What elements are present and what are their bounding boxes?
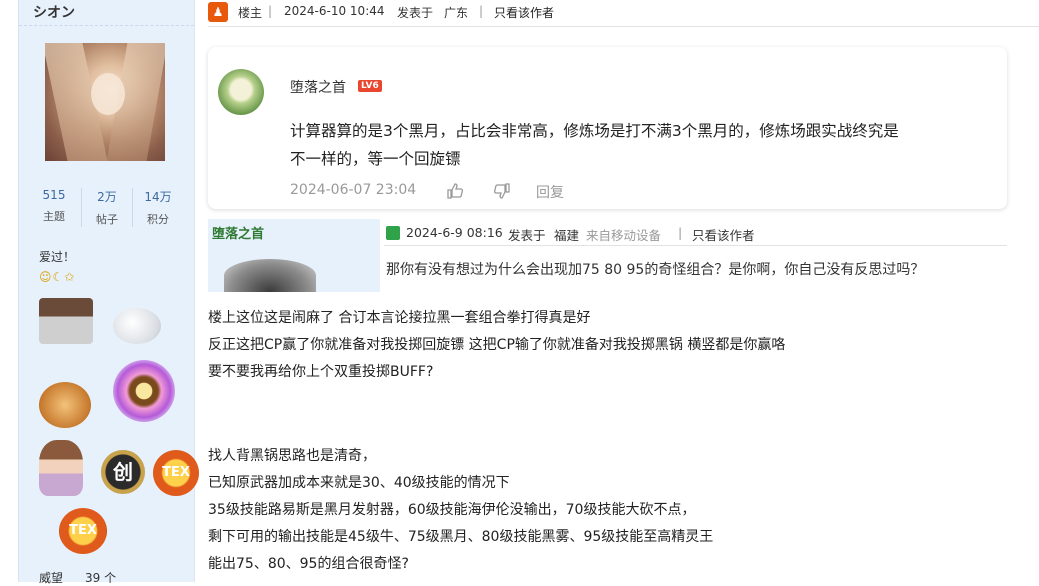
username[interactable]: シオン: [33, 2, 75, 22]
post-line: 找人背黑锅思路也是清奇，: [208, 448, 376, 464]
stat-label: 积分: [147, 213, 169, 226]
quoted-post: 堕落之首 2024-6-9 08:16 发表于 福建 来自移动设备 | 只看该作…: [208, 219, 1007, 292]
prestige: 威望 39 个: [39, 569, 116, 586]
computer-desk-medal-icon[interactable]: [39, 298, 93, 344]
tex-medal-icon[interactable]: TEX: [153, 450, 199, 496]
quoted-only-author: 只看该作者: [692, 228, 755, 243]
stat-value: 515: [42, 188, 66, 202]
post-line: 剩下可用的输出技能是45级牛、75级黑月、80级技能黑雾、95级技能至高精灵王: [208, 529, 714, 545]
prestige-label: 威望: [39, 571, 64, 585]
owner-label: 楼主: [238, 6, 263, 20]
post-location: 广东: [444, 6, 469, 20]
reply-card: 堕落之首 LV6 计算器算的是3个黑月，占比会非常高，修炼场是打不满3个黑月的，…: [208, 47, 1007, 209]
posted-in-label: 发表于: [397, 6, 434, 20]
reply-avatar: [218, 69, 264, 115]
post-line: 已知原武器加成本来就是30、40级技能的情况下: [208, 475, 510, 491]
stat-label: 主题: [43, 210, 65, 223]
quoted-time: 2024-6-9 08:16: [406, 225, 503, 240]
avatar[interactable]: [45, 43, 165, 161]
separator: |: [268, 4, 273, 18]
stat-value: 2万: [97, 190, 117, 204]
posted-in-label: 发表于: [508, 228, 546, 243]
stat-points[interactable]: 14万 积分: [133, 188, 183, 227]
quoted-author-panel: 堕落之首: [208, 219, 380, 292]
quoted-text: 那你有没有想过为什么会出现加75 80 95的奇怪组合？是你啊，你自己没有反思过…: [386, 262, 925, 278]
post-line: 楼上这位这是闹麻了 合订本言论接拉黑一套组合拳打得真是好: [208, 310, 591, 326]
creator-medal-icon[interactable]: 创: [101, 450, 145, 494]
glowing-orb-medal-icon[interactable]: [113, 360, 175, 422]
post-line: 反正这把CP赢了你就准备对我投掷回旋镖 这把CP输了你就准备对我投掷黑锅 横竖都…: [208, 337, 786, 353]
reply-text: 计算器算的是3个黑月，占比会非常高，修炼场是打不满3个黑月的，修炼场跟实战终究是…: [290, 117, 1000, 173]
quoted-post-header: 2024-6-9 08:16 发表于 福建 来自移动设备 | 只看该作者: [384, 221, 1007, 246]
level-badge: LV6: [358, 80, 382, 92]
stat-label: 帖子: [96, 213, 118, 226]
quoted-avatar: [224, 259, 316, 292]
reply-action: 回复: [536, 185, 564, 201]
thumbs-up-icon: [446, 182, 464, 204]
quoted-device: 来自移动设备: [586, 228, 662, 243]
stat-value: 14万: [144, 190, 172, 204]
tex-medal-icon[interactable]: TEX: [59, 508, 107, 554]
owner-icon: ♟: [208, 2, 228, 22]
separator: |: [678, 225, 683, 240]
reply-date: 2024-06-07 23:04: [290, 182, 417, 198]
stat-posts[interactable]: 2万 帖子: [81, 188, 133, 227]
author-sidebar: シオン 515 主题 2万 帖子 14万 积分 爱过！ ☺☾✩ 创 TEX TE…: [18, 0, 199, 585]
smiley-icons: ☺☾✩: [39, 270, 76, 284]
only-author-link[interactable]: 只看该作者: [494, 4, 554, 21]
prestige-value: 39 个: [85, 571, 117, 585]
thumbs-down-icon: [493, 182, 511, 204]
separator: |: [479, 4, 484, 18]
post-line: 要不要我再给你上个双重投掷BUFF?: [208, 364, 434, 380]
embedded-screenshot: 堕落之首 LV6 计算器算的是3个黑月，占比会非常高，修炼场是打不满3个黑月的，…: [208, 47, 1007, 292]
quoted-username: 堕落之首: [212, 227, 265, 242]
post-icon: [386, 226, 400, 240]
reply-text-line: 计算器算的是3个黑月，占比会非常高，修炼场是打不满3个黑月的，修炼场跟实战终究是: [290, 122, 899, 140]
post-line: 35级技能路易斯是黑月发射器，60级技能海伊伦没输出，70级技能大砍不点，: [208, 502, 696, 518]
monkey-medal-icon[interactable]: [39, 382, 91, 428]
post-time: 2024-6-10 10:44: [284, 4, 385, 18]
girl-medal-icon[interactable]: [39, 440, 83, 496]
post-line: 能出75、80、95的组合很奇怪?: [208, 556, 409, 572]
avatar-face: [91, 73, 125, 115]
stat-topics[interactable]: 515 主题: [29, 188, 79, 224]
reply-username: 堕落之首: [290, 80, 346, 96]
seal-medal-icon[interactable]: [113, 308, 161, 344]
reply-text-line: 不一样的，等一个回旋镖: [290, 150, 461, 168]
user-signature: 爱过！: [39, 250, 76, 264]
quoted-location: 福建: [554, 228, 580, 243]
post-header: ♟ 楼主 | 2024-6-10 10:44 发表于 广东 | 只看该作者: [208, 0, 1039, 27]
divider: [19, 25, 194, 26]
